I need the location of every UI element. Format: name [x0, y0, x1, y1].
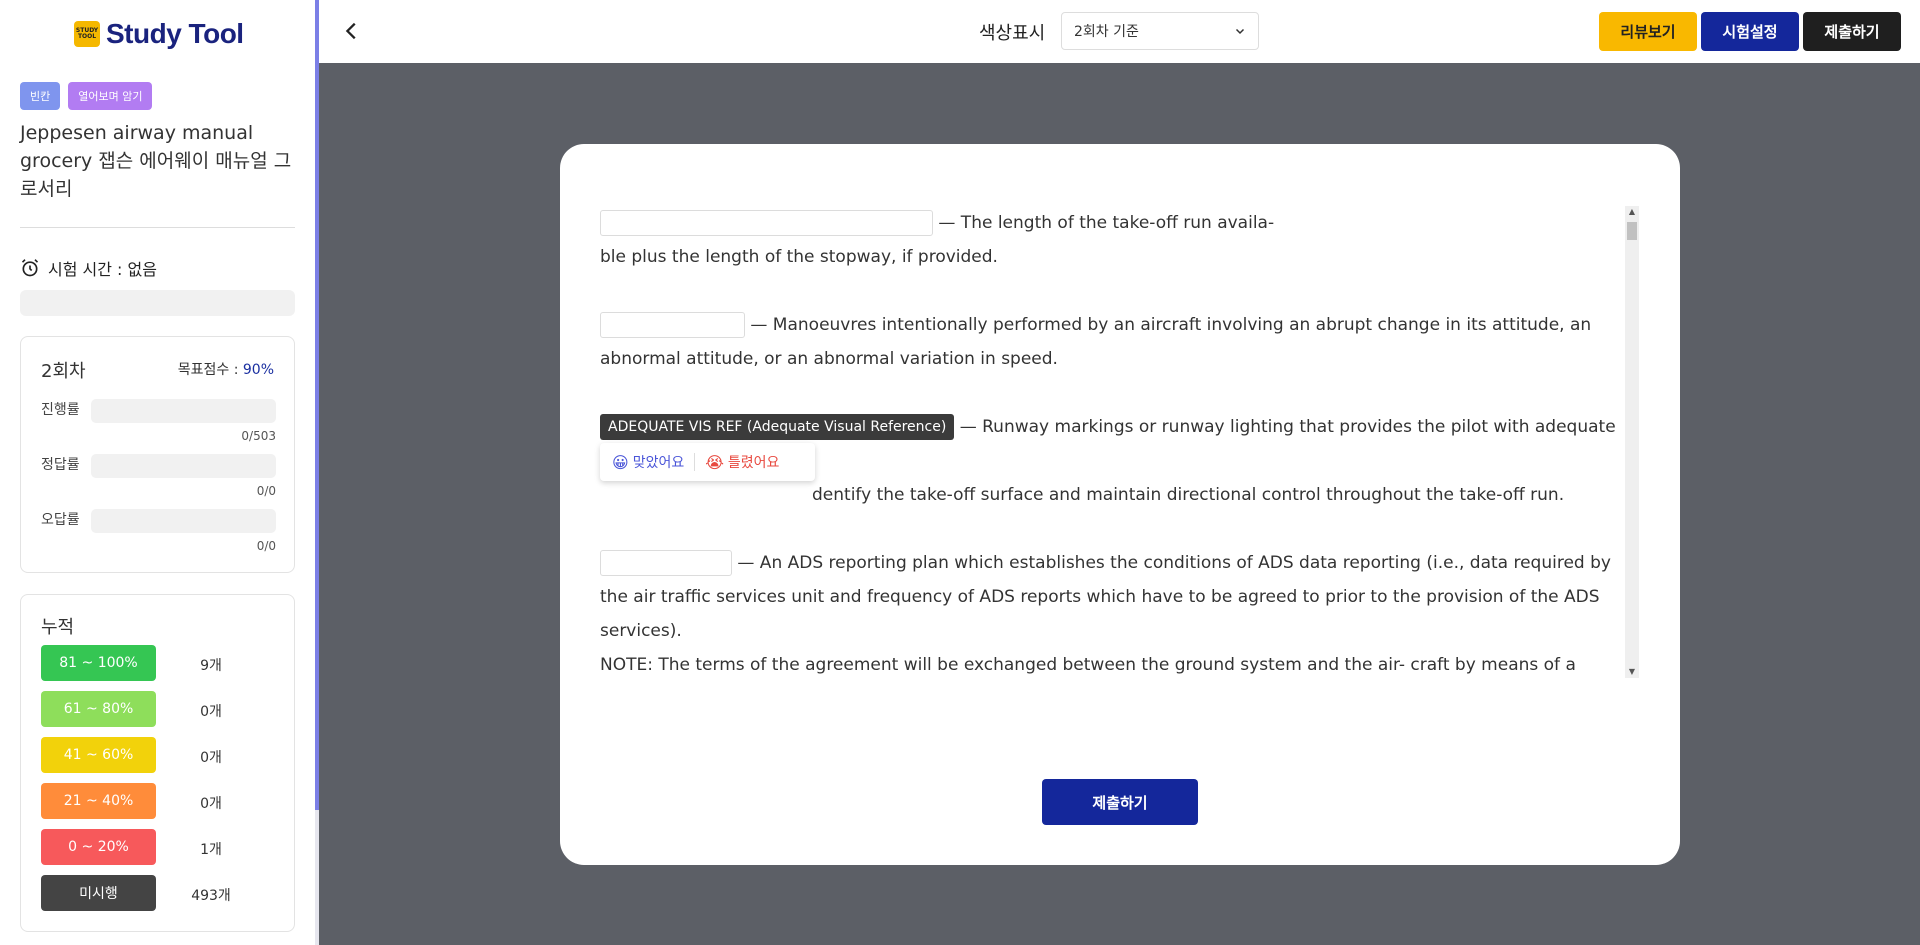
review-button[interactable]: 리뷰보기 [1599, 12, 1697, 51]
timer-bar [20, 290, 295, 316]
grin-emoji-icon: 😀 [612, 452, 629, 472]
definition-text: — An ADS reporting plan which establishe… [600, 553, 1611, 641]
app-logo[interactable]: STUDY TOOL Study Tool [74, 18, 244, 50]
logo-badge: STUDY TOOL [74, 21, 100, 47]
top-bar: 색상표시 2회차 기준 리뷰보기 시험설정 제출하기 [319, 0, 1920, 63]
accuracy-count: 9개 [200, 658, 222, 674]
answer-blank[interactable] [600, 210, 933, 236]
scroll-up-icon[interactable]: ▲ [1625, 206, 1639, 218]
exam-settings-button[interactable]: 시험설정 [1701, 12, 1799, 51]
quiz-item: — An ADS reporting plan which establishe… [600, 546, 1616, 674]
round-stats-card: 2회차 목표점수 : 90% 진행률 0/503 정답률 0/0 오답률 0/0 [20, 336, 295, 573]
divider [20, 227, 295, 228]
stat-label: 진행률 [41, 402, 80, 418]
accuracy-row[interactable]: 81 ~ 100% 9개 [41, 645, 271, 681]
definition-text: dentify the take-off surface and maintai… [812, 485, 1565, 505]
deck-title: Jeppesen airway manual grocery 잽슨 에어웨이 매… [20, 122, 292, 200]
accuracy-count: 0개 [200, 704, 222, 720]
goal-score: 목표점수 : 90% [178, 359, 274, 379]
timer-label: 시험 시간 : 없음 [48, 260, 157, 279]
definition-text: — The length of the take-off run availa- [938, 213, 1275, 233]
stat-count: 0/503 [241, 429, 276, 443]
answer-blank[interactable] [600, 312, 745, 338]
accuracy-count: 493개 [191, 888, 231, 904]
accuracy-row[interactable]: 21 ~ 40% 0개 [41, 783, 271, 819]
accuracy-row[interactable]: 41 ~ 60% 0개 [41, 737, 271, 773]
stat-count: 0/0 [256, 484, 276, 498]
accuracy-row[interactable]: 61 ~ 80% 0개 [41, 691, 271, 727]
sidebar-scrollbar[interactable] [315, 0, 319, 945]
wrong-button[interactable]: 😭 틀렸어요 [705, 452, 779, 472]
accuracy-row[interactable]: 미시행 493개 [41, 875, 271, 911]
definition-text: — Manoeuvres intentionally performed by … [600, 315, 1592, 369]
accuracy-range: 81 ~ 100% [41, 645, 156, 681]
wrong-label: 틀렸어요 [727, 455, 780, 471]
deck-tags: 빈칸 열어보며 암기 [20, 82, 153, 110]
definition-text: ble plus the length of the stopway, if p… [600, 247, 998, 267]
accuracy-range: 61 ~ 80% [41, 691, 156, 727]
goal-label: 목표점수 : [177, 362, 243, 378]
logo-text: Study Tool [106, 18, 244, 49]
correct-button[interactable]: 😀 맞았어요 [612, 452, 684, 472]
round-name: 2회차 [41, 361, 86, 382]
answer-feedback-popup: 😀 맞았어요 😭 틀렸어요 [600, 443, 815, 481]
color-basis-select[interactable]: 2회차 기준 [1061, 12, 1259, 50]
stat-label: 오답률 [41, 512, 80, 528]
progress-bar [91, 454, 276, 478]
tag-blank: 빈칸 [20, 82, 61, 110]
quiz-card: — The length of the take-off run availa-… [560, 144, 1680, 865]
back-arrow-icon[interactable] [341, 20, 363, 42]
chevron-down-icon [1235, 28, 1245, 35]
cumulative-card: 누적 81 ~ 100% 9개 61 ~ 80% 0개 41 ~ 60% 0개 … [20, 594, 295, 932]
accuracy-range: 41 ~ 60% [41, 737, 156, 773]
correct-label: 맞았어요 [632, 455, 685, 471]
scrollbar-thumb[interactable] [1627, 222, 1637, 240]
scrollbar-thumb[interactable] [315, 0, 319, 810]
sidebar: STUDY TOOL Study Tool 빈칸 열어보며 암기 Jeppese… [0, 0, 315, 945]
content-scrollbar[interactable]: ▲ ▼ [1625, 206, 1639, 678]
stat-label: 정답률 [41, 457, 80, 473]
progress-bar [91, 399, 276, 423]
select-value: 2회차 기준 [1074, 24, 1139, 40]
exam-timer: 시험 시간 : 없음 [20, 256, 157, 280]
submit-button[interactable]: 제출하기 [1803, 12, 1901, 51]
crying-emoji-icon: 😭 [705, 452, 724, 472]
quiz-item: — Manoeuvres intentionally performed by … [600, 308, 1616, 376]
color-display-label: 색상표시 [979, 23, 1046, 44]
progress-bar [91, 509, 276, 533]
tag-flip-memorize: 열어보며 암기 [68, 82, 153, 110]
accuracy-count: 0개 [200, 796, 222, 812]
accuracy-range: 21 ~ 40% [41, 783, 156, 819]
scroll-down-icon[interactable]: ▼ [1625, 666, 1639, 678]
stat-count: 0/0 [256, 539, 276, 553]
quiz-item: — The length of the take-off run availa-… [600, 206, 1616, 274]
alarm-clock-icon [21, 259, 39, 277]
accuracy-range: 0 ~ 20% [41, 829, 156, 865]
accuracy-count: 1개 [200, 842, 222, 858]
separator [694, 453, 696, 471]
accuracy-range: 미시행 [41, 875, 156, 911]
goal-value: 90% [242, 362, 274, 378]
accuracy-row[interactable]: 0 ~ 20% 1개 [41, 829, 271, 865]
answer-blank[interactable] [600, 550, 732, 576]
quiz-content: — The length of the take-off run availa-… [600, 206, 1616, 674]
definition-note: NOTE: The terms of the agreement will be… [600, 655, 1576, 674]
accuracy-count: 0개 [200, 750, 222, 766]
submit-answers-button[interactable]: 제출하기 [1042, 779, 1198, 825]
revealed-answer[interactable]: ADEQUATE VIS REF (Adequate Visual Refere… [600, 414, 955, 440]
cumulative-title: 누적 [41, 617, 75, 638]
